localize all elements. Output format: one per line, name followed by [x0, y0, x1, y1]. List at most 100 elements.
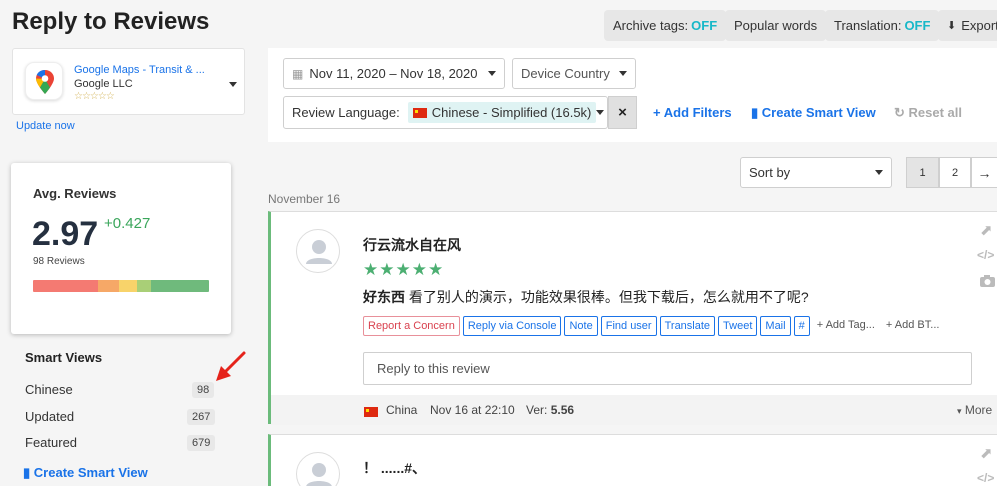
app-selector[interactable]: Google Maps - Transit & ... Google LLC ☆…: [12, 48, 245, 115]
review-title: ！ ......#、: [363, 460, 427, 476]
google-maps-app-icon: [25, 62, 63, 100]
add-filters-label: Add Filters: [663, 105, 732, 120]
review-language-select[interactable]: Review Language: Chinese - Simplified (1…: [283, 96, 608, 129]
rating-distribution-bar: [33, 280, 209, 292]
add-tag-button[interactable]: + Add Tag...: [813, 316, 879, 336]
user-avatar-icon: [296, 229, 340, 273]
review-country: China: [386, 403, 418, 417]
export-label: Export: [961, 18, 997, 33]
chevron-down-icon: [229, 82, 237, 87]
version-label: Ver:: [526, 403, 548, 417]
review-actions: Report a Concern Reply via Console Note …: [363, 316, 943, 336]
reset-all-label: Reset all: [908, 105, 963, 120]
bookmark-icon: ▮: [751, 105, 759, 120]
reset-all-link[interactable]: ↻ Reset all: [894, 105, 962, 121]
create-smart-view-link[interactable]: ▮ Create Smart View: [23, 465, 148, 481]
app-rating-stars: ☆☆☆☆☆: [74, 91, 115, 102]
embed-code-icon[interactable]: </>: [977, 471, 994, 485]
page-title: Reply to Reviews: [12, 8, 210, 35]
create-smart-view-button[interactable]: ▮ Create Smart View: [751, 105, 876, 121]
embed-code-icon[interactable]: </>: [977, 248, 994, 262]
open-external-icon[interactable]: ⬈: [980, 444, 993, 462]
refresh-icon: ↻: [894, 105, 905, 120]
date-range-select[interactable]: ▦ Nov 11, 2020 – Nov 18, 2020: [283, 58, 505, 89]
review-body-bold: 好东西: [363, 289, 405, 305]
reply-input[interactable]: Reply to this review: [363, 352, 972, 385]
create-smart-view-label: Create Smart View: [33, 465, 148, 480]
hashtag-button[interactable]: #: [793, 316, 810, 336]
smart-view-count: 267: [187, 409, 216, 425]
chevron-down-icon: [619, 71, 627, 76]
device-country-placeholder: Device Country: [521, 66, 610, 81]
review-footer: China Nov 16 at 22:10 Ver: 5.56 ▾ More: [271, 395, 997, 425]
update-now-link[interactable]: Update now: [16, 120, 75, 132]
app-name: Google Maps - Transit & ...: [74, 64, 205, 76]
app-developer: Google LLC: [74, 78, 133, 90]
translate-button[interactable]: Translate: [659, 316, 716, 336]
rating-bar-segment: [33, 280, 99, 292]
calendar-icon: ▦: [292, 66, 304, 81]
smart-view-item-featured[interactable]: Featured: [25, 435, 77, 450]
mail-button[interactable]: Mail: [760, 316, 791, 336]
review-card: ！ ......#、 ⬈ </>: [268, 434, 997, 486]
review-date: Nov 16 at 22:10: [430, 403, 515, 417]
clear-language-button[interactable]: ×: [608, 96, 637, 129]
review-language-label: Review Language:: [292, 105, 400, 120]
review-title: 行云流水自在风: [363, 237, 461, 253]
review-body-text: 看了别人的演示，功能效果很棒。但我下载后，怎么就用不了呢?: [405, 289, 809, 305]
rating-bar-segment: [119, 280, 137, 292]
page-1-button[interactable]: 1: [906, 157, 939, 188]
avg-reviews-delta: +0.427: [104, 215, 151, 232]
red-arrow-annotation: [216, 351, 246, 381]
popular-words-button[interactable]: Popular words: [725, 10, 827, 41]
review-rating-stars: ★★★★★: [363, 260, 445, 279]
sort-by-select[interactable]: Sort by: [740, 157, 892, 188]
chevron-down-icon: [875, 170, 883, 175]
translation-label: Translation:: [834, 18, 902, 33]
export-button[interactable]: ⬇ Export: [938, 10, 997, 41]
add-bt-button[interactable]: + Add BT...: [882, 316, 944, 336]
translation-state: OFF: [904, 18, 931, 33]
chevron-down-icon: [596, 110, 605, 115]
review-version: Ver: 5.56: [526, 403, 574, 417]
smart-view-item-updated[interactable]: Updated: [25, 409, 74, 424]
smart-view-count: 679: [187, 435, 216, 451]
more-toggle[interactable]: ▾ More: [957, 403, 992, 417]
next-page-button[interactable]: →: [971, 157, 997, 188]
china-flag-icon: [412, 107, 427, 118]
date-range-value: Nov 11, 2020 – Nov 18, 2020: [309, 66, 478, 81]
rating-bar-segment: [150, 280, 209, 292]
report-concern-button[interactable]: Report a Concern: [363, 316, 460, 336]
open-external-icon[interactable]: ⬈: [980, 221, 993, 239]
rating-bar-segment: [136, 280, 151, 292]
app-name-text: Google Maps - Transit & ...: [74, 64, 205, 76]
smart-view-item-chinese[interactable]: Chinese: [25, 382, 73, 397]
create-smart-view-label: Create Smart View: [761, 105, 876, 120]
add-filters-link[interactable]: + Add Filters: [653, 105, 732, 120]
review-card: 行云流水自在风 ★★★★★ 好东西 看了别人的演示，功能效果很棒。但我下载后，怎…: [268, 211, 997, 425]
archive-tags-state: OFF: [691, 18, 718, 33]
archive-tags-label: Archive tags:: [613, 18, 689, 33]
device-country-select[interactable]: Device Country: [512, 58, 636, 89]
note-button[interactable]: Note: [564, 316, 598, 336]
smart-view-label: Featured: [25, 435, 78, 450]
tweet-button[interactable]: Tweet: [718, 316, 758, 336]
avg-reviews-value: 2.97: [32, 215, 99, 253]
translation-toggle[interactable]: Translation: OFF: [825, 10, 940, 41]
reply-via-console-button[interactable]: Reply via Console: [462, 316, 562, 336]
plus-icon: +: [653, 105, 661, 120]
china-flag-icon: [364, 407, 378, 417]
date-group-label: November 16: [268, 192, 341, 206]
version-value: 5.56: [550, 403, 575, 417]
smart-views-title: Smart Views: [25, 350, 103, 365]
camera-icon[interactable]: [979, 274, 996, 292]
smart-view-label: Updated: [25, 409, 75, 424]
language-chip[interactable]: Chinese - Simplified (16.5k): [407, 102, 597, 123]
page-2-button[interactable]: 2: [939, 157, 971, 188]
language-chip-label: Chinese - Simplified (16.5k): [431, 105, 592, 120]
more-label: More: [964, 403, 993, 417]
download-icon: ⬇: [947, 20, 957, 32]
archive-tags-toggle[interactable]: Archive tags: OFF: [604, 10, 727, 41]
sort-by-label: Sort by: [749, 165, 791, 180]
find-user-button[interactable]: Find user: [600, 316, 657, 336]
